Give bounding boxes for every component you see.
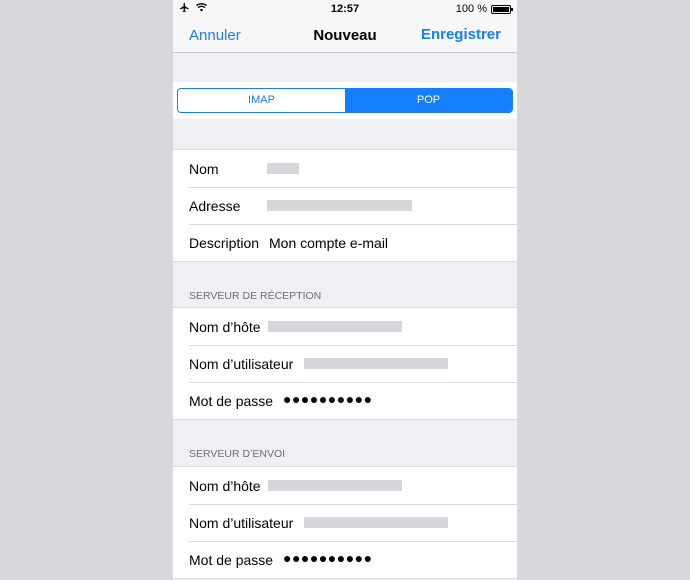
description-label: Description [189, 235, 260, 251]
outgoing-user-value-redacted [304, 517, 448, 528]
incoming-password-label: Mot de passe [189, 393, 274, 409]
outgoing-server-group: Nom d’hôte Nom d’utilisateur Mot de pass… [173, 466, 517, 579]
incoming-password-row[interactable]: Mot de passe ●●●●●●●●●● [173, 382, 517, 419]
address-row[interactable]: Adresse [173, 187, 517, 224]
segment-imap[interactable]: IMAP [178, 89, 345, 112]
name-row[interactable]: Nom [173, 150, 517, 187]
incoming-host-value-redacted [268, 321, 402, 332]
incoming-server-group: Nom d’hôte Nom d’utilisateur Mot de pass… [173, 307, 517, 420]
segment-pop[interactable]: POP [345, 89, 512, 112]
status-right: 100 % [455, 3, 513, 15]
battery-icon [491, 4, 513, 14]
battery-fill [493, 6, 509, 12]
outgoing-host-label: Nom d’hôte [189, 478, 261, 494]
name-label: Nom [189, 161, 219, 177]
account-info-group: Nom Adresse Description Mon compte e-mai… [173, 149, 517, 262]
outgoing-password-field[interactable]: ●●●●●●●●●● [283, 550, 373, 566]
incoming-server-header: SERVEUR DE RÉCEPTION [189, 290, 322, 302]
incoming-password-field[interactable]: ●●●●●●●●●● [283, 391, 373, 407]
status-bar: 12:57 100 % [173, 0, 517, 18]
address-value-redacted [267, 200, 412, 211]
outgoing-server-header: SERVEUR D’ENVOI [189, 448, 286, 460]
outgoing-host-row[interactable]: Nom d’hôte [173, 467, 517, 504]
incoming-user-label: Nom d’utilisateur [189, 356, 294, 372]
save-button[interactable]: Enregistrer [421, 26, 501, 43]
name-value-redacted [267, 163, 299, 174]
incoming-user-value-redacted [304, 358, 448, 369]
navigation-bar: Annuler Nouveau Enregistrer [173, 18, 517, 53]
outgoing-password-label: Mot de passe [189, 552, 274, 568]
outgoing-host-value-redacted [268, 480, 402, 491]
phone-screen: 12:57 100 % Annuler Nouveau Enregistrer … [173, 0, 517, 580]
outgoing-password-row[interactable]: Mot de passe ●●●●●●●●●● [173, 541, 517, 578]
description-row[interactable]: Description Mon compte e-mail [173, 224, 517, 261]
address-label: Adresse [189, 198, 241, 214]
outgoing-user-label: Nom d’utilisateur [189, 515, 294, 531]
incoming-user-row[interactable]: Nom d’utilisateur [173, 345, 517, 382]
incoming-host-label: Nom d’hôte [189, 319, 261, 335]
outgoing-user-row[interactable]: Nom d’utilisateur [173, 504, 517, 541]
description-field[interactable]: Mon compte e-mail [269, 235, 388, 251]
battery-percentage: 100 % [455, 3, 487, 15]
account-type-section: IMAP POP [173, 82, 517, 119]
incoming-host-row[interactable]: Nom d’hôte [173, 308, 517, 345]
account-type-segmented-control: IMAP POP [177, 88, 513, 113]
